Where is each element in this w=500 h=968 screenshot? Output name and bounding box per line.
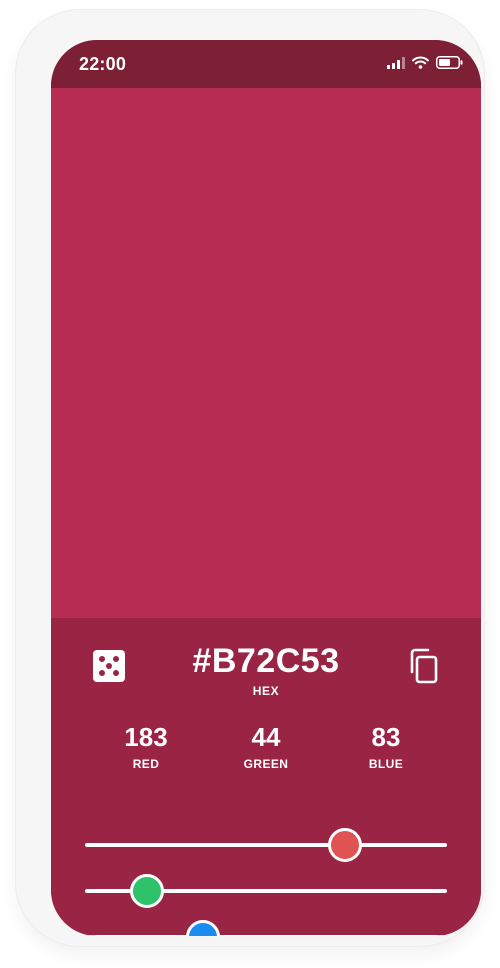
phone-frame: 22:00 #B72C53 HEX 183 RED 44 GREEN 83 BL… — [16, 10, 484, 946]
blue-label: BLUE — [368, 757, 404, 771]
red-slider[interactable] — [85, 828, 447, 862]
blue-value: 83 — [371, 722, 401, 752]
green-slider-thumb[interactable] — [130, 874, 165, 908]
blue-slider-track[interactable] — [85, 935, 447, 936]
app-screen: 22:00 #B72C53 HEX 183 RED 44 GREEN 83 BL… — [51, 40, 481, 936]
green-channel: 44 GREEN — [211, 722, 321, 771]
color-swatch — [51, 88, 481, 618]
status-bar: 22:00 — [51, 40, 481, 88]
blue-slider[interactable] — [85, 920, 447, 936]
green-label: GREEN — [243, 757, 289, 771]
red-channel: 183 RED — [91, 722, 201, 771]
blue-channel: 83 BLUE — [331, 722, 441, 771]
red-label: RED — [132, 757, 160, 771]
status-time: 22:00 — [79, 54, 127, 74]
cellular-signal-icon — [387, 56, 405, 74]
color-controls-panel: #B72C53 HEX 183 RED 44 GREEN 83 BLUE — [51, 618, 481, 936]
wifi-icon — [412, 56, 429, 74]
green-value: 44 — [251, 722, 281, 752]
copy-button[interactable] — [403, 648, 443, 688]
battery-icon — [436, 56, 463, 74]
red-slider-track[interactable] — [85, 843, 447, 847]
status-icons — [387, 56, 463, 74]
blue-slider-thumb[interactable] — [185, 920, 220, 936]
copy-icon — [406, 648, 440, 689]
red-value: 183 — [124, 722, 168, 752]
red-slider-thumb[interactable] — [327, 828, 362, 862]
green-slider[interactable] — [85, 874, 447, 908]
